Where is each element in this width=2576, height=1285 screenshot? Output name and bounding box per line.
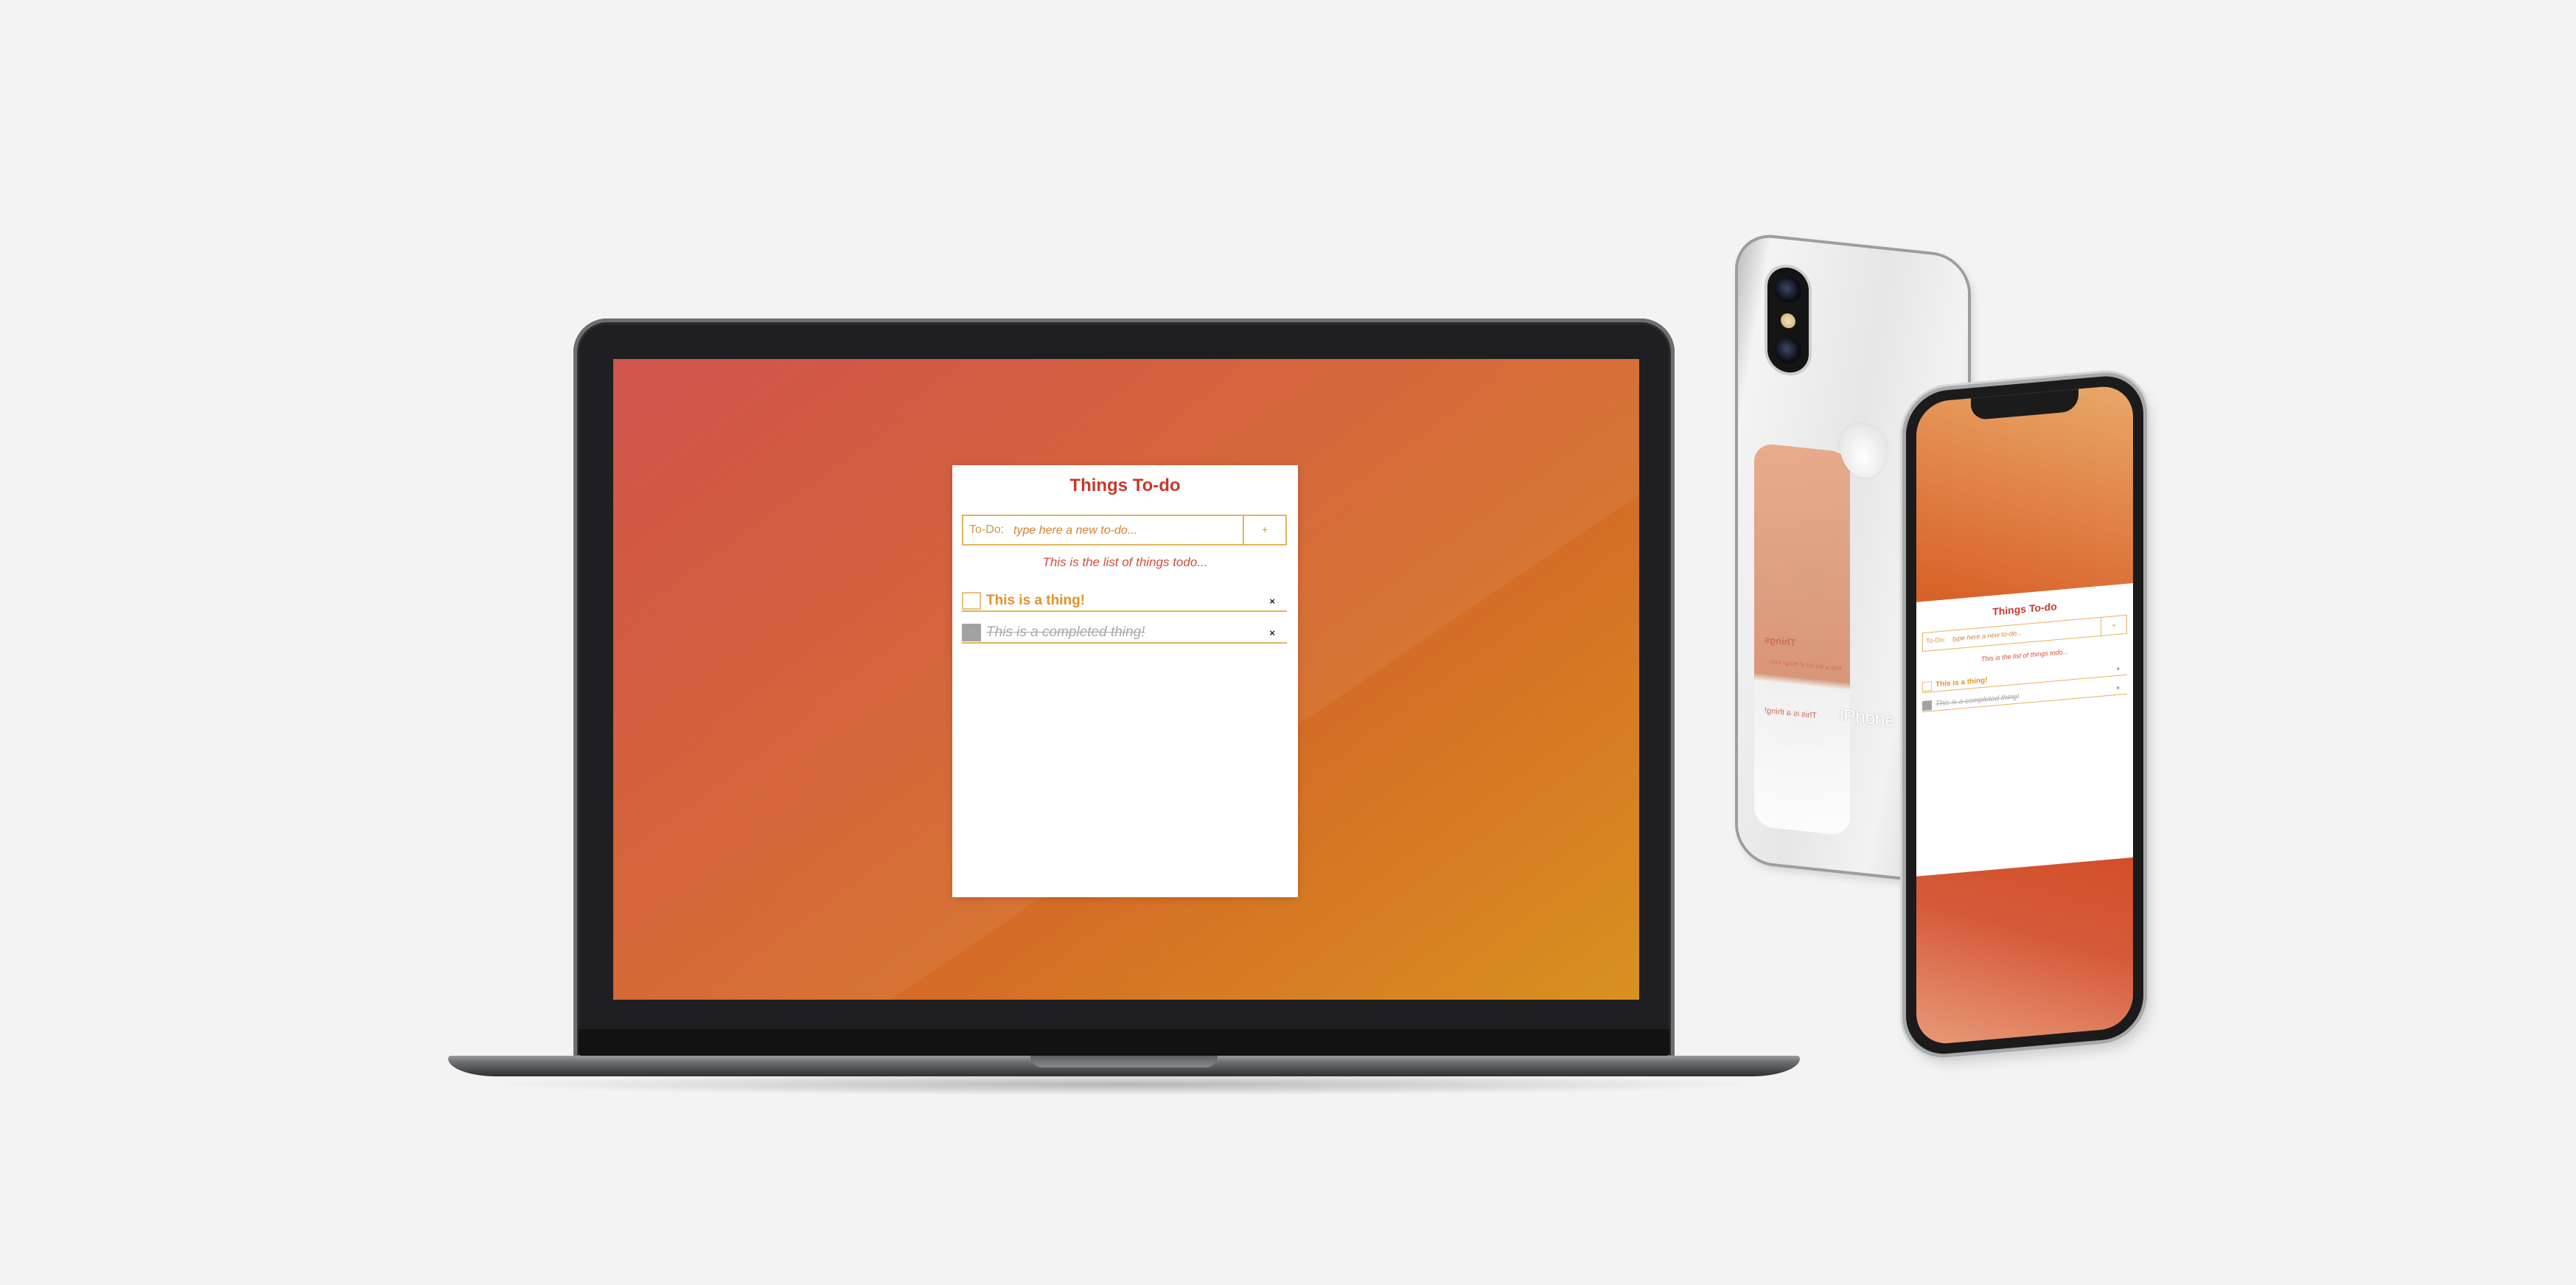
camera-bump [1767, 265, 1809, 375]
todo-item-text: This is a thing! [986, 593, 1086, 608]
phone-screen: Things To-do To-Do: type here a new to-d… [1916, 384, 2133, 1046]
todo-input-label: To-Do: [1926, 635, 1946, 645]
todo-item-text: This is a completed thing! [1936, 692, 2020, 708]
phone-front: Things To-do To-Do: type here a new to-d… [1906, 372, 2143, 1058]
new-todo-input[interactable] [1012, 520, 1236, 541]
reflection-line: This is a thing! [1765, 706, 1817, 721]
add-todo-button[interactable]: + [2101, 615, 2126, 635]
todo-item-text: This is a completed thing! [986, 624, 1145, 640]
phone-notch [1971, 389, 2078, 421]
screen-reflection: Things This is the list of things todo..… [1754, 442, 1850, 836]
add-todo-button[interactable]: + [1243, 516, 1285, 544]
todo-item-text: This is a thing! [1936, 676, 1988, 689]
todo-app-mobile: Things To-do To-Do: type here a new to-d… [1916, 583, 2133, 877]
delete-icon[interactable]: × [1269, 596, 1275, 607]
laptop-chin [579, 1029, 1669, 1056]
new-todo-input[interactable]: type here a new to-do... [1952, 629, 2022, 642]
todo-item-completed: This is a completed thing! × [962, 623, 1287, 644]
reflection-line: This is the list of things todo... [1765, 657, 1843, 672]
list-subtitle: This is the list of things todo... [1042, 555, 1208, 569]
laptop-trackpad-notch [1030, 1056, 1218, 1068]
camera-lens-icon [1775, 335, 1801, 366]
reflection-title: Things [1765, 633, 1796, 649]
todo-checkbox[interactable] [1922, 680, 1932, 692]
delete-icon[interactable]: × [2116, 685, 2120, 692]
app-title: Things To-do [1069, 476, 1181, 495]
todo-app-window: Things To-do To-Do: + This is the list o… [952, 465, 1298, 897]
todo-input-label: To-Do: [969, 523, 1005, 536]
todo-checkbox[interactable] [962, 592, 981, 610]
todo-item: This is a thing! × [962, 591, 1287, 612]
laptop-shadow [486, 1073, 1762, 1096]
todo-checkbox-checked[interactable] [962, 624, 981, 641]
delete-icon[interactable]: × [2116, 666, 2120, 672]
new-todo-form: To-Do: + [962, 515, 1287, 546]
flash-icon [1781, 313, 1795, 330]
camera-lens-icon [1775, 275, 1801, 305]
todo-checkbox-checked[interactable] [1922, 700, 1932, 711]
delete-icon[interactable]: × [1269, 627, 1275, 638]
